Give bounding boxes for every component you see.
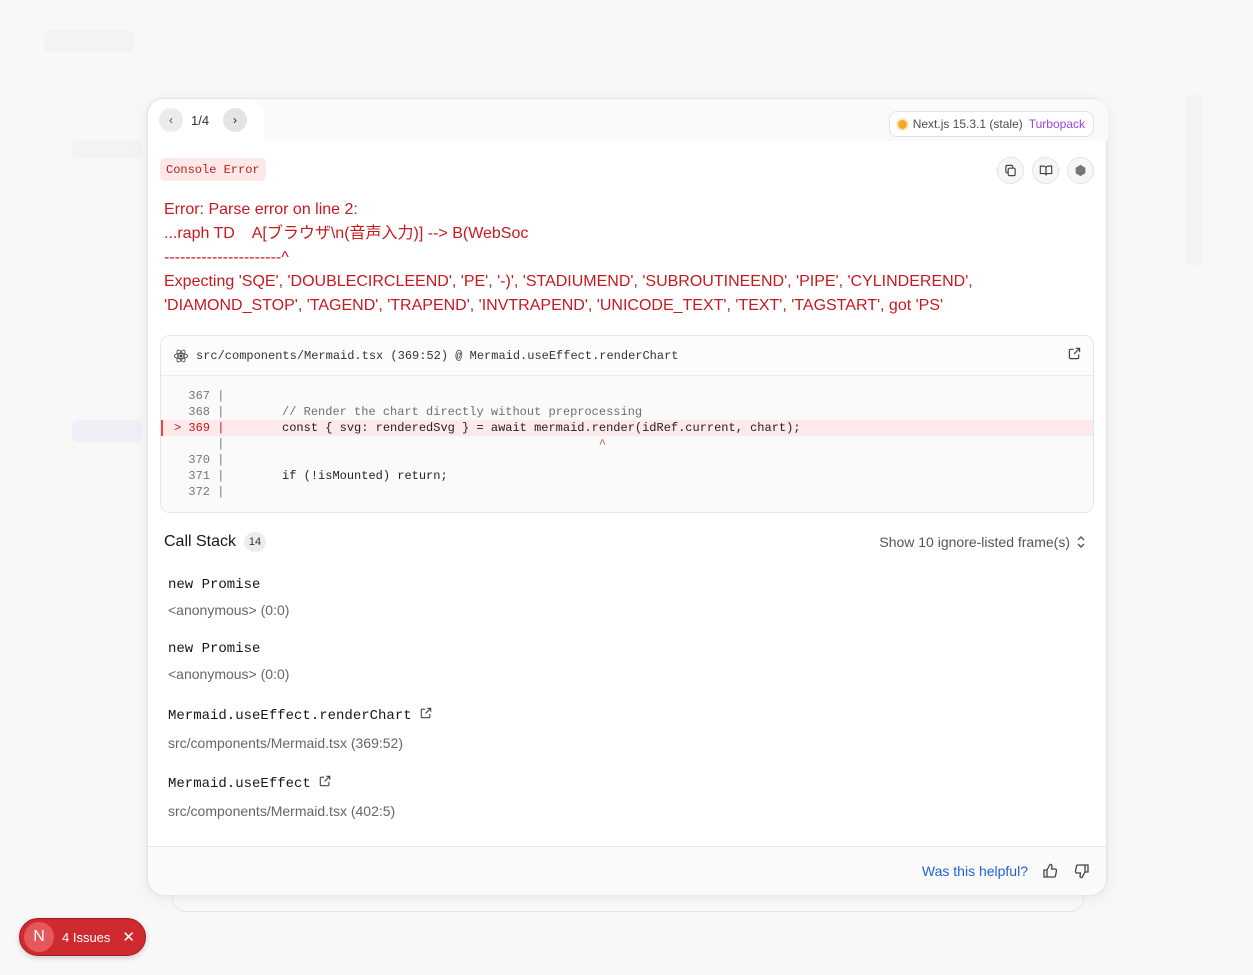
stack-frame-name: new Promise xyxy=(168,641,261,657)
thumbs-down-icon[interactable] xyxy=(1072,861,1092,881)
show-ignored-frames-label: Show 10 ignore-listed frame(s) xyxy=(879,534,1070,550)
error-message-line: Expecting 'SQE', 'DOUBLECIRCLEEND', 'PE'… xyxy=(164,273,973,314)
open-frame-icon[interactable] xyxy=(420,707,432,724)
nextjs-logo: N xyxy=(24,922,54,952)
stack-frame-location: <anonymous> (0:0) xyxy=(168,666,290,682)
stack-frame-name: new Promise xyxy=(168,577,261,593)
hexagon-icon xyxy=(1075,164,1086,177)
code-frame: src/components/Mermaid.tsx (369:52) @ Me… xyxy=(160,335,1094,513)
issues-badge[interactable]: N 4 Issues ✕ xyxy=(19,918,146,956)
stack-frame: new Promise <anonymous> (0:0) xyxy=(168,641,289,682)
react-icon xyxy=(173,349,189,362)
code-line: 371 | if (!isMounted) return; xyxy=(174,469,448,483)
error-toolbar xyxy=(997,157,1094,184)
issue-counter: 1/4 xyxy=(191,112,210,128)
stack-frame: Mermaid.useEffect src/components/Mermaid… xyxy=(168,775,396,820)
stack-frame-location: src/components/Mermaid.tsx (402:5) xyxy=(168,803,396,819)
thumbs-up-icon[interactable] xyxy=(1040,861,1060,881)
code-line: 372 | xyxy=(174,485,225,499)
stack-frame-location: src/components/Mermaid.tsx (369:52) xyxy=(168,735,403,751)
open-frame-icon[interactable] xyxy=(319,775,331,792)
show-ignored-frames-button[interactable]: Show 10 ignore-listed frame(s) xyxy=(879,534,1086,550)
error-message-line: ----------------------^ xyxy=(164,249,289,266)
node-inspector-button[interactable] xyxy=(1067,157,1094,184)
code-frame-file: src/components/Mermaid.tsx (369:52) @ Me… xyxy=(196,348,679,363)
bundler-label: Turbopack xyxy=(1028,117,1085,131)
error-message-line: ...raph TD A[ブラウザ\n(音声入力)] --> B(WebSoc xyxy=(164,225,529,242)
copy-error-button[interactable] xyxy=(997,157,1024,184)
close-icon[interactable]: ✕ xyxy=(122,928,135,946)
call-stack-heading: Call Stack 14 xyxy=(164,532,267,552)
feedback-prompt: Was this helpful? xyxy=(921,863,1028,879)
error-overlay-dialog: ‹ 1/4 › Next.js 15.3.1 (stale) Turbopack… xyxy=(147,98,1108,895)
code-line: 367 | xyxy=(174,389,225,403)
error-type-badge: Console Error xyxy=(160,158,266,181)
code-line: | ^ xyxy=(174,437,607,451)
error-message-line: Error: Parse error on line 2: xyxy=(164,201,358,218)
issues-count-label: 4 Issues xyxy=(62,929,111,945)
stale-status-dot xyxy=(897,119,907,129)
code-line-highlighted: > 369 | const { svg: renderedSvg } = awa… xyxy=(161,420,1093,436)
book-icon xyxy=(1039,165,1052,176)
stack-frame-name: Mermaid.useEffect.renderChart xyxy=(168,707,432,724)
next-issue-button[interactable]: › xyxy=(223,108,247,132)
copy-icon xyxy=(1005,164,1016,177)
code-line: 368 | // Render the chart directly witho… xyxy=(174,405,643,419)
call-stack-title: Call Stack xyxy=(164,533,237,550)
stack-frame: Mermaid.useEffect.renderChart src/compon… xyxy=(168,707,432,751)
version-label: Next.js 15.3.1 (stale) xyxy=(912,117,1023,131)
code-frame-body: 367 | 368 | // Render the chart directly… xyxy=(161,376,1093,512)
stack-frame: new Promise <anonymous> (0:0) xyxy=(168,577,289,618)
chevron-up-down-icon xyxy=(1077,536,1085,548)
stack-frame-location: <anonymous> (0:0) xyxy=(168,602,290,618)
issue-navigation: ‹ 1/4 › xyxy=(148,99,264,141)
previous-issue-button[interactable]: ‹ xyxy=(159,108,183,132)
docs-button[interactable] xyxy=(1032,157,1059,184)
code-frame-header: src/components/Mermaid.tsx (369:52) @ Me… xyxy=(161,336,1093,376)
error-message: Error: Parse error on line 2: ...raph TD… xyxy=(164,198,1094,318)
code-line: 370 | xyxy=(174,453,225,467)
call-stack-count: 14 xyxy=(244,532,267,552)
dialog-footer: Was this helpful? xyxy=(148,846,1106,895)
stack-frame-name: Mermaid.useEffect xyxy=(168,775,395,792)
version-badge[interactable]: Next.js 15.3.1 (stale) Turbopack xyxy=(888,111,1094,137)
open-in-editor-icon[interactable] xyxy=(1068,347,1081,364)
